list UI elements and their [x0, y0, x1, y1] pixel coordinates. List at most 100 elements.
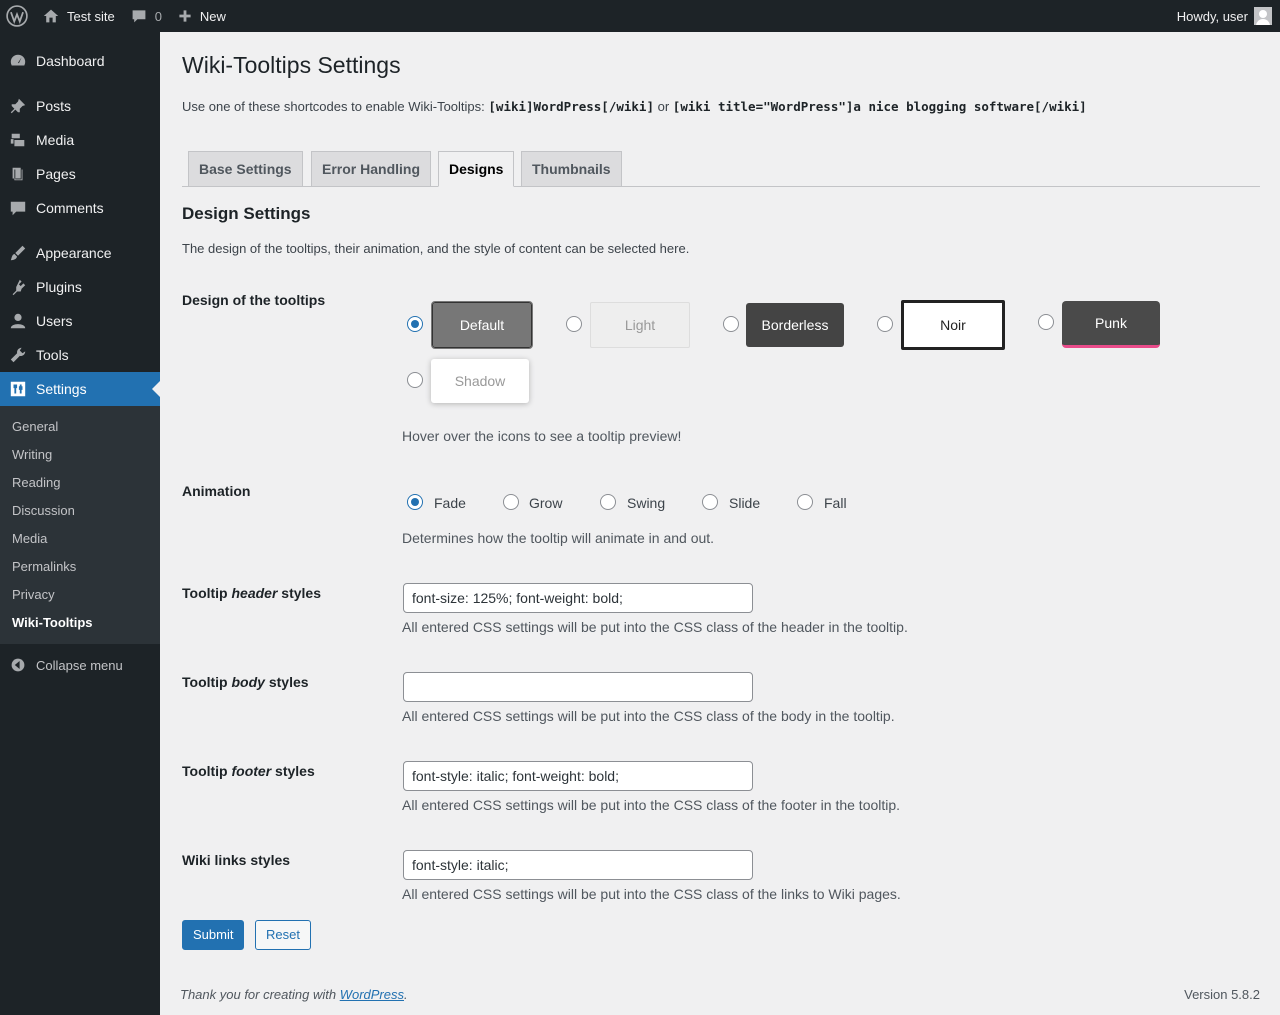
plus-icon — [178, 9, 192, 23]
wordpress-logo-icon[interactable] — [0, 0, 35, 32]
sidebar-item-comments[interactable]: Comments — [0, 191, 160, 225]
sidebar-item-label: Settings — [36, 381, 87, 397]
animation-option-swing[interactable]: Swing — [627, 495, 665, 511]
my-account-link[interactable]: Howdy, user — [1177, 0, 1272, 32]
tab-base-settings[interactable]: Base Settings — [188, 151, 303, 187]
howdy-text: Howdy, user — [1176, 8, 1248, 24]
animation-option-slide[interactable]: Slide — [729, 495, 760, 511]
sidebar-item-label: Media — [36, 132, 75, 148]
collapse-arrow-icon — [0, 657, 36, 673]
animation-radio-fade[interactable] — [407, 494, 423, 510]
sidebar-item-label: Pages — [36, 166, 76, 182]
animation-option-fade[interactable]: Fade — [434, 495, 466, 511]
design-help: Hover over the icons to see a tooltip pr… — [402, 428, 682, 444]
tab-error-handling[interactable]: Error Handling — [311, 151, 432, 187]
animation-option-grow[interactable]: Grow — [529, 495, 562, 511]
sidebar-item-settings[interactable]: Settings — [0, 372, 160, 406]
submenu-item-reading[interactable]: Reading — [12, 475, 60, 490]
design-label: Design of the tooltips — [182, 292, 326, 308]
submit-button[interactable]: Submit — [182, 920, 245, 950]
site-name: Test site — [67, 8, 115, 24]
avatar — [1254, 7, 1272, 25]
body-styles-help: All entered CSS settings will be put int… — [402, 708, 895, 724]
sidebar-item-plugins[interactable]: Plugins — [0, 270, 160, 304]
sidebar-item-label: Tools — [36, 347, 69, 363]
design-preview-borderless[interactable]: Borderless — [746, 303, 844, 347]
submenu-item-permalinks[interactable]: Permalinks — [12, 559, 76, 574]
sidebar-item-appearance[interactable]: Appearance — [0, 236, 160, 270]
wordpress-link[interactable]: WordPress — [340, 987, 404, 1002]
site-name-link[interactable]: Test site — [35, 0, 123, 32]
footer-styles-label: Tooltip footer styles — [182, 763, 315, 779]
design-preview-default[interactable]: Default — [431, 301, 533, 349]
design-preview-light[interactable]: Light — [590, 302, 690, 348]
design-preview-punk[interactable]: Punk — [1062, 301, 1160, 348]
new-content-link[interactable]: New — [170, 0, 234, 32]
label-text: styles — [277, 585, 322, 601]
animation-radio-grow[interactable] — [503, 494, 519, 510]
reset-button[interactable]: Reset — [255, 920, 311, 950]
users-icon — [0, 304, 36, 338]
design-preview-shadow[interactable]: Shadow — [431, 359, 529, 403]
shortcode-intro: Use one of these shortcodes to enable Wi… — [182, 99, 1087, 114]
intro-or: or — [657, 99, 670, 114]
section-description: The design of the tooltips, their animat… — [182, 241, 690, 256]
header-styles-label: Tooltip header styles — [182, 585, 321, 601]
intro-text: Use one of these shortcodes to enable Wi… — [182, 99, 485, 114]
label-text: Tooltip — [182, 674, 232, 690]
settings-icon — [0, 372, 36, 406]
label-text: styles — [271, 763, 315, 779]
body-styles-input[interactable] — [403, 672, 753, 702]
links-styles-input[interactable] — [403, 850, 753, 880]
animation-radio-swing[interactable] — [600, 494, 616, 510]
admin-bar: Test site 0 New Howdy, user — [0, 0, 1280, 32]
footer-styles-help: All entered CSS settings will be put int… — [402, 797, 901, 813]
dashboard-icon — [0, 44, 36, 78]
animation-help: Determines how the tooltip will animate … — [402, 530, 715, 546]
design-radio-noir[interactable] — [877, 316, 893, 332]
collapse-menu-label: Collapse menu — [36, 657, 123, 673]
sidebar-item-label: Appearance — [36, 245, 112, 261]
submenu-item-general[interactable]: General — [12, 419, 58, 434]
sidebar-item-dashboard[interactable]: Dashboard — [0, 44, 160, 78]
sidebar-item-users[interactable]: Users — [0, 304, 160, 338]
sidebar-item-label: Comments — [36, 200, 104, 216]
design-radio-shadow[interactable] — [407, 372, 423, 388]
label-emphasis: footer — [231, 763, 272, 779]
collapse-menu-button[interactable]: Collapse menu — [0, 648, 160, 682]
submenu-item-writing[interactable]: Writing — [12, 447, 52, 462]
animation-radio-slide[interactable] — [702, 494, 718, 510]
version-text: Version 5.8.2 — [1184, 987, 1260, 1002]
design-radio-punk[interactable] — [1038, 314, 1054, 330]
animation-option-fall[interactable]: Fall — [824, 495, 847, 511]
animation-radio-fall[interactable] — [797, 494, 813, 510]
sidebar-item-pages[interactable]: Pages — [0, 157, 160, 191]
tab-designs[interactable]: Designs — [438, 151, 515, 187]
comments-link[interactable]: 0 — [123, 0, 170, 32]
submenu-item-privacy[interactable]: Privacy — [12, 587, 55, 602]
sidebar-item-label: Plugins — [36, 279, 82, 295]
tab-thumbnails[interactable]: Thumbnails — [521, 151, 622, 187]
sidebar-item-tools[interactable]: Tools — [0, 338, 160, 372]
label-text: styles — [264, 674, 309, 690]
design-radio-light[interactable] — [566, 316, 582, 332]
submenu-item-media[interactable]: Media — [12, 531, 47, 546]
footer-thanks-end: . — [404, 987, 408, 1002]
submenu-item-discussion[interactable]: Discussion — [12, 503, 75, 518]
footer-styles-input[interactable] — [403, 761, 753, 791]
label-text: Tooltip — [182, 585, 232, 601]
media-icon — [0, 123, 36, 157]
body-styles-label: Tooltip body styles — [182, 674, 309, 690]
design-radio-default[interactable] — [407, 316, 423, 332]
comment-icon — [0, 191, 36, 225]
submenu-item-wiki-tooltips[interactable]: Wiki-Tooltips — [12, 615, 93, 630]
header-styles-input[interactable] — [403, 583, 753, 613]
header-styles-help: All entered CSS settings will be put int… — [402, 619, 908, 635]
animation-label: Animation — [182, 483, 251, 499]
design-radio-borderless[interactable] — [723, 316, 739, 332]
sidebar-item-posts[interactable]: Posts — [0, 89, 160, 123]
design-preview-noir[interactable]: Noir — [901, 300, 1005, 350]
footer-thanks-text: Thank you for creating with — [180, 987, 340, 1002]
sidebar-item-media[interactable]: Media — [0, 123, 160, 157]
links-styles-help: All entered CSS settings will be put int… — [402, 886, 901, 902]
